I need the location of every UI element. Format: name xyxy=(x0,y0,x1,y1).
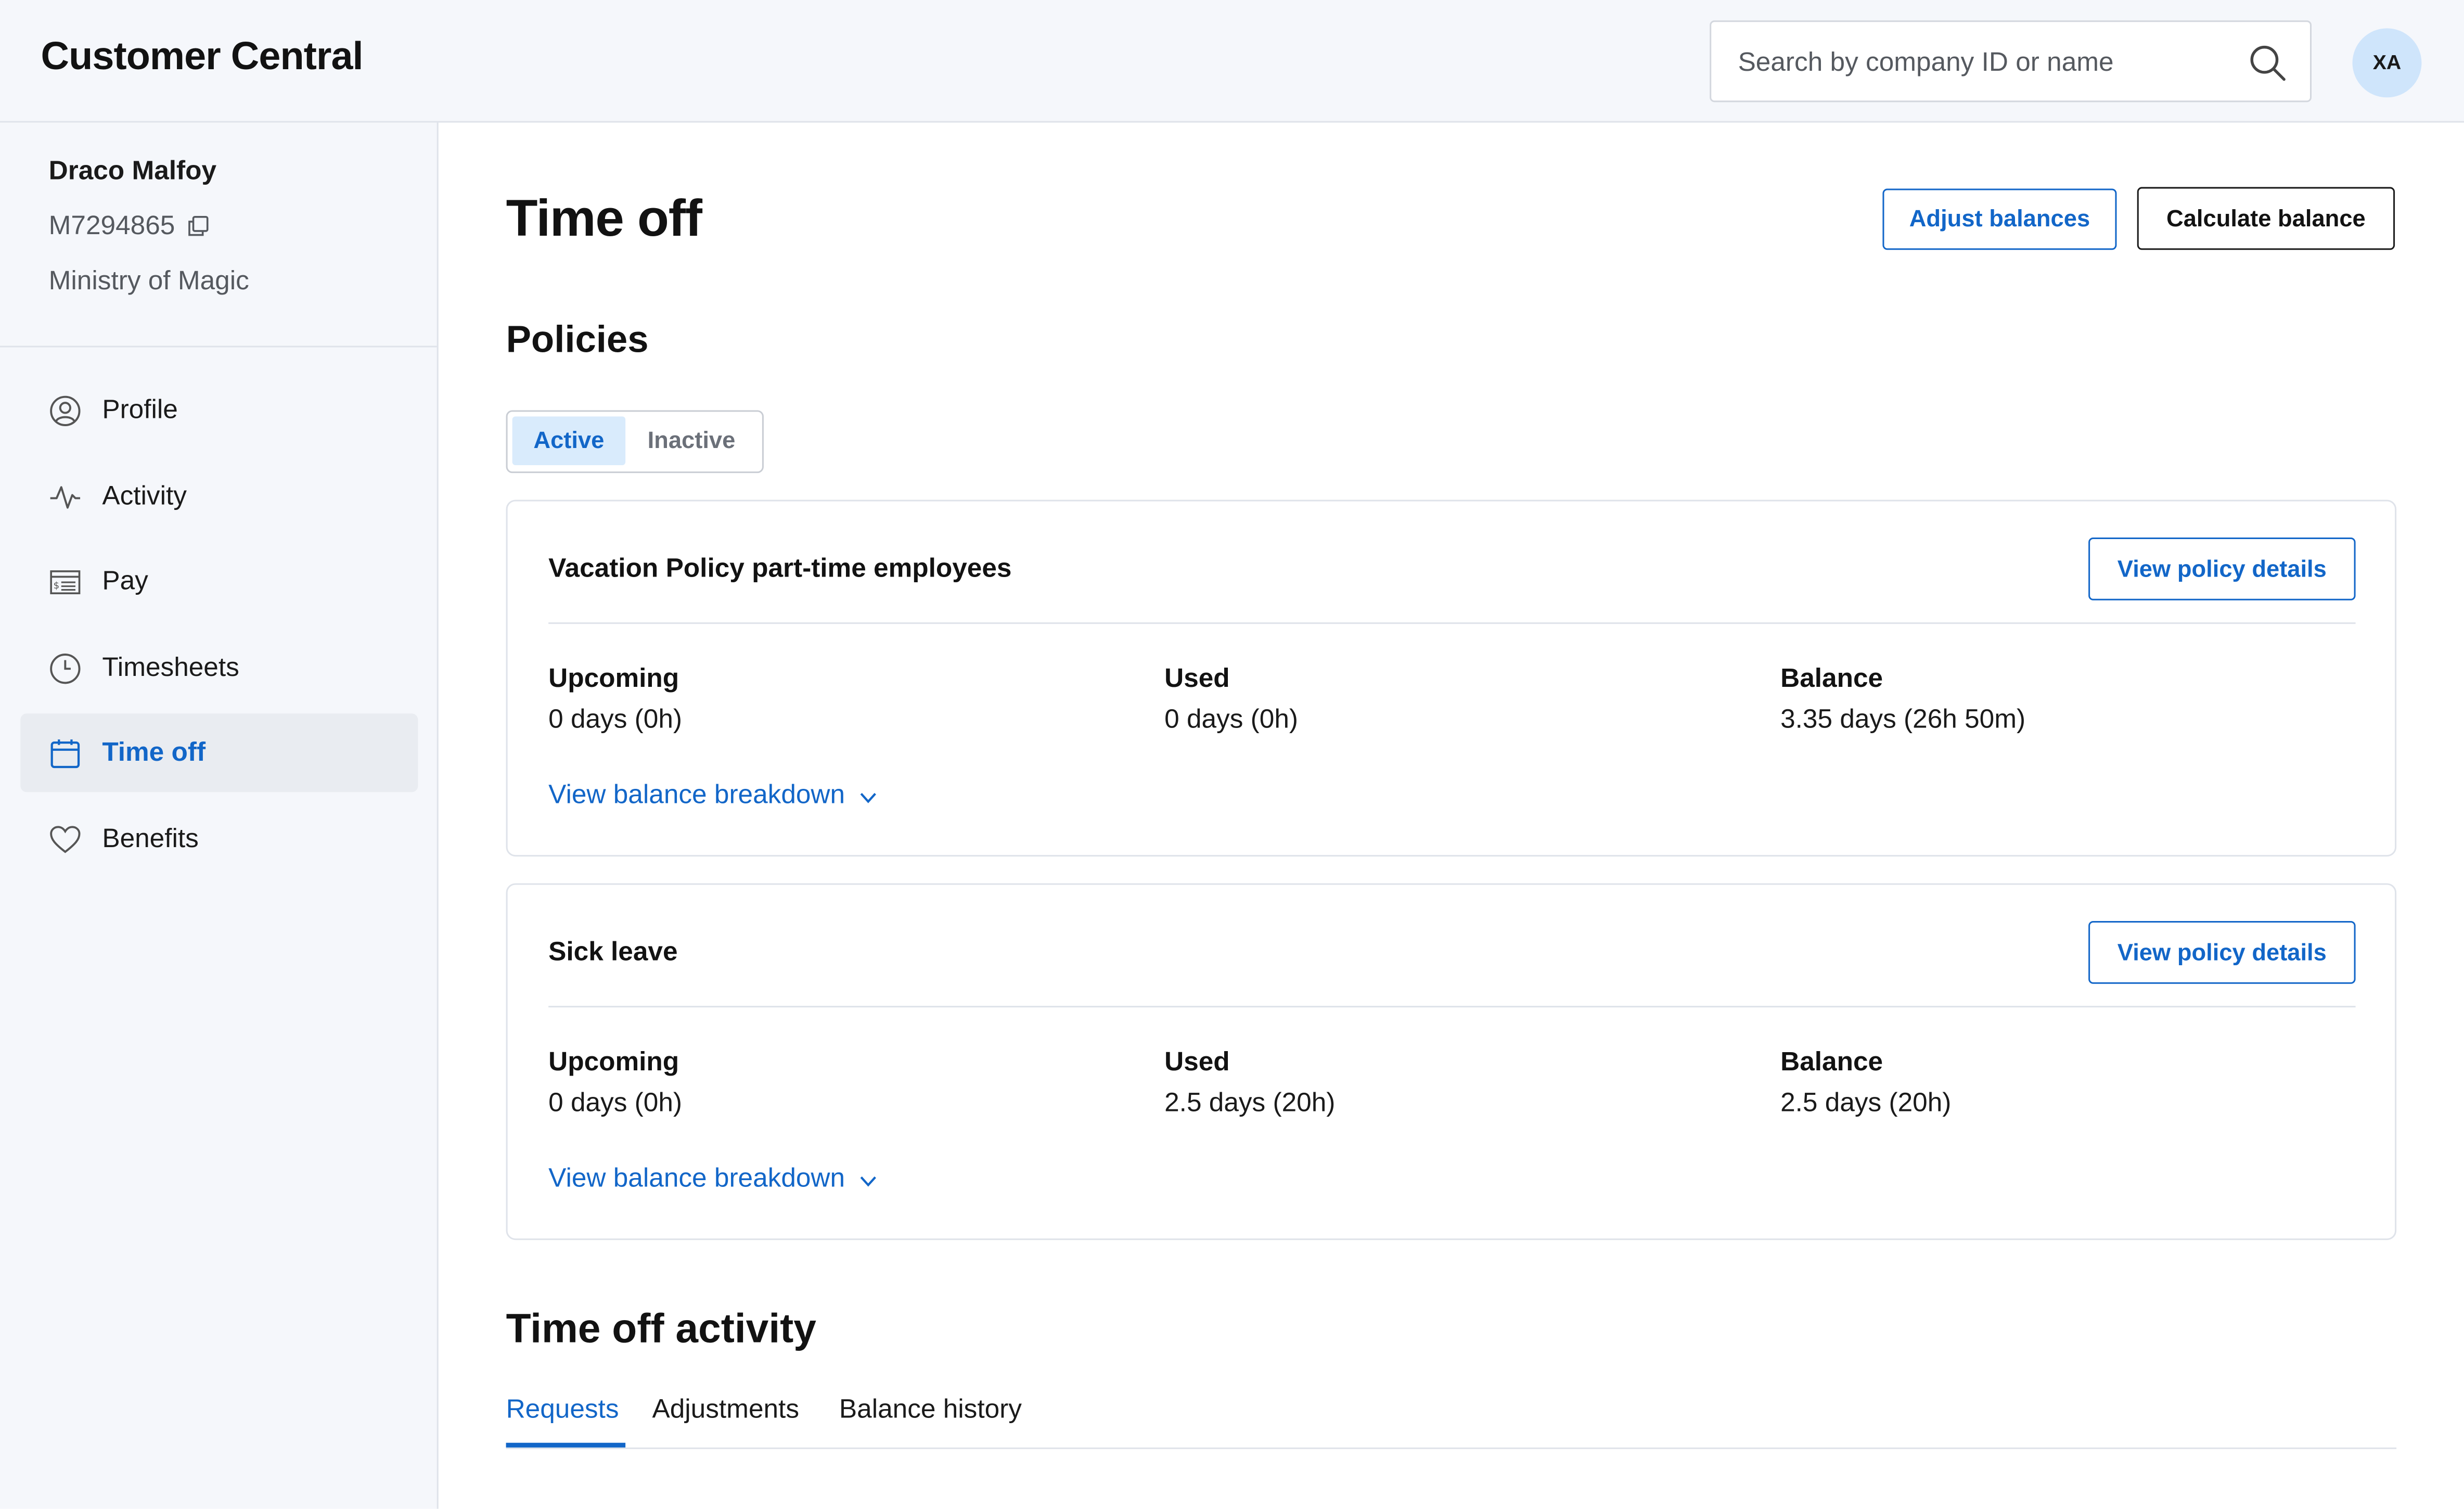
stat-upcoming: Upcoming 0 days (0h) xyxy=(548,663,682,736)
stat-label: Used xyxy=(1164,1046,1230,1077)
stat-value: 3.35 days (26h 50m) xyxy=(1780,704,2026,734)
search-box[interactable] xyxy=(1710,20,2312,103)
stat-label: Balance xyxy=(1780,663,1883,693)
sidebar-item-time-off[interactable]: Time off xyxy=(20,713,418,792)
policies-title: Policies xyxy=(506,319,649,362)
stat-value: 0 days (0h) xyxy=(548,1088,682,1118)
sidebar-item-activity[interactable]: Activity xyxy=(20,456,418,535)
copy-icon[interactable] xyxy=(187,215,209,237)
tab-adjustments[interactable]: Adjustments xyxy=(652,1394,799,1448)
employee-id-row: M7294865 xyxy=(49,211,210,242)
filter-inactive-button[interactable]: Inactive xyxy=(633,416,750,465)
stat-value: 0 days (0h) xyxy=(1164,704,1298,734)
sidebar-item-benefits[interactable]: Benefits xyxy=(20,799,418,878)
tab-balance-history[interactable]: Balance history xyxy=(839,1394,1022,1448)
policy-divider xyxy=(548,622,2356,624)
calendar-icon xyxy=(50,739,80,769)
app-title: Customer Central xyxy=(41,34,364,79)
sidebar-item-label: Benefits xyxy=(102,823,199,853)
adjust-balances-button[interactable]: Adjust balances xyxy=(1882,188,2117,250)
sidebar-item-label: Pay xyxy=(102,566,148,596)
top-bar: Customer Central XA xyxy=(0,0,2464,123)
view-balance-breakdown-link[interactable]: View balance breakdown xyxy=(548,1163,878,1194)
employee-organization: Ministry of Magic xyxy=(48,265,249,296)
sidebar: Draco Malfoy M7294865 Ministry of Magic … xyxy=(0,122,439,1509)
policy-status-filter: Active Inactive xyxy=(506,410,764,474)
activity-tabs: Requests Adjustments Balance history xyxy=(506,1389,2397,1449)
policy-name: Vacation Policy part-time employees xyxy=(548,553,1012,583)
user-avatar[interactable]: XA xyxy=(2352,28,2422,98)
view-policy-details-button[interactable]: View policy details xyxy=(2088,920,2356,984)
policy-card-sick-leave: Sick leave View policy details Upcoming … xyxy=(506,883,2397,1241)
stat-used: Used 0 days (0h) xyxy=(1164,663,1298,736)
calculate-balance-button[interactable]: Calculate balance xyxy=(2137,187,2395,250)
heart-icon xyxy=(50,825,81,853)
view-balance-breakdown-link[interactable]: View balance breakdown xyxy=(548,779,878,811)
search-icon[interactable] xyxy=(2247,43,2288,84)
view-policy-details-button[interactable]: View policy details xyxy=(2088,537,2356,600)
stat-label: Upcoming xyxy=(548,1046,679,1077)
stat-value: 2.5 days (20h) xyxy=(1164,1088,1336,1118)
sidebar-item-label: Timesheets xyxy=(102,651,239,682)
stat-label: Balance xyxy=(1780,1046,1883,1077)
policy-divider xyxy=(548,1006,2356,1008)
breakdown-link-label: View balance breakdown xyxy=(548,1163,845,1193)
clock-icon xyxy=(50,653,81,683)
stat-upcoming: Upcoming 0 days (0h) xyxy=(548,1047,682,1119)
sidebar-item-label: Activity xyxy=(102,480,187,510)
tab-requests[interactable]: Requests xyxy=(506,1394,626,1448)
stat-value: 2.5 days (20h) xyxy=(1780,1088,1952,1118)
employee-card: Draco Malfoy M7294865 Ministry of Magic xyxy=(0,123,437,348)
stat-used: Used 2.5 days (20h) xyxy=(1164,1047,1335,1119)
stat-balance: Balance 3.35 days (26h 50m) xyxy=(1780,663,2025,736)
user-circle-icon xyxy=(50,395,81,426)
sidebar-item-profile[interactable]: Profile xyxy=(20,371,418,450)
app-window: Customer Central XA Draco Malfoy M729486… xyxy=(0,0,2464,1509)
chevron-down-icon xyxy=(859,792,876,803)
time-off-activity-title: Time off activity xyxy=(506,1304,817,1352)
sidebar-item-timesheets[interactable]: Timesheets xyxy=(20,628,418,707)
sidebar-item-label: Profile xyxy=(102,394,178,425)
stat-value: 0 days (0h) xyxy=(548,704,682,734)
stat-label: Used xyxy=(1164,663,1230,693)
policy-card-vacation: Vacation Policy part-time employees View… xyxy=(506,500,2397,857)
sidebar-item-pay[interactable]: $ Pay xyxy=(20,542,418,621)
employee-name: Draco Malfoy xyxy=(48,156,217,186)
stat-label: Upcoming xyxy=(548,663,679,693)
stat-balance: Balance 2.5 days (20h) xyxy=(1780,1047,1951,1119)
pay-stub-icon: $ xyxy=(50,570,81,595)
employee-id: M7294865 xyxy=(48,210,175,241)
sidebar-nav: Profile Activity $ Pay Timesheets Time o… xyxy=(20,371,418,885)
page-title: Time off xyxy=(506,188,702,247)
filter-active-button[interactable]: Active xyxy=(512,416,626,466)
svg-text:$: $ xyxy=(54,580,60,591)
policy-name: Sick leave xyxy=(548,937,678,967)
search-input[interactable] xyxy=(1738,41,2225,85)
breakdown-link-label: View balance breakdown xyxy=(548,779,845,810)
activity-pulse-icon xyxy=(50,485,81,508)
sidebar-item-label: Time off xyxy=(102,737,206,767)
chevron-down-icon xyxy=(859,1175,876,1186)
